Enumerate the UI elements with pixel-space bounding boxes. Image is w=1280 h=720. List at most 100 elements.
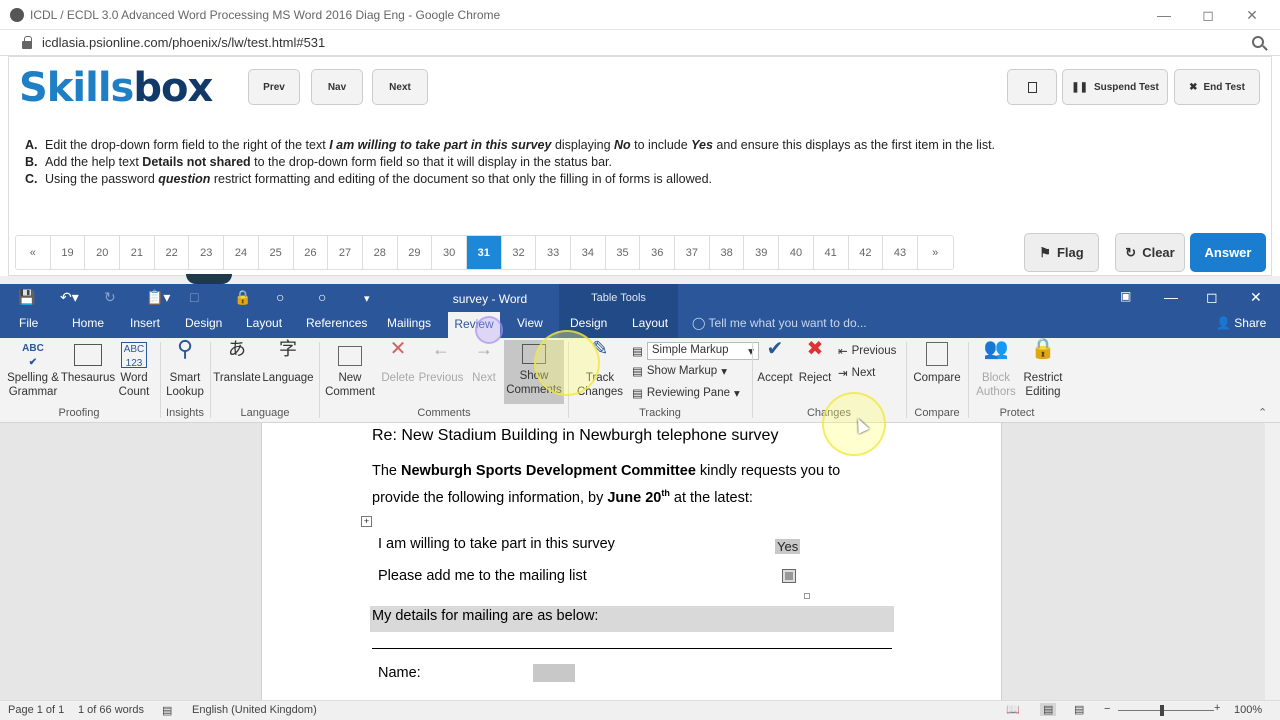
pager-page-39[interactable]: 39 <box>744 236 780 269</box>
minimize-icon[interactable]: — <box>1142 0 1186 30</box>
suspend-test-button[interactable]: ❚❚ Suspend Test <box>1062 69 1168 105</box>
pager-page-24[interactable]: 24 <box>224 236 259 269</box>
zoom-slider[interactable] <box>1118 710 1214 711</box>
pager-page-40[interactable]: 40 <box>779 236 814 269</box>
prev-button[interactable]: Prev <box>248 69 300 105</box>
protect-lock-icon[interactable]: 🔒 <box>234 289 251 306</box>
undo-icon[interactable]: ↶▾ <box>60 289 79 306</box>
tab-file[interactable]: File <box>19 316 38 330</box>
pager-page-19[interactable]: 19 <box>50 236 86 269</box>
pager-page-26[interactable]: 26 <box>293 236 329 269</box>
word-count-button[interactable]: ABC 123 Word Count <box>114 342 154 399</box>
accept-button[interactable]: ✔ Accept <box>755 339 795 385</box>
zoom-in-icon[interactable]: + <box>1214 702 1220 714</box>
tab-mailings[interactable]: Mailings <box>387 316 431 330</box>
tab-insert[interactable]: Insert <box>130 316 160 330</box>
url-text[interactable]: icdlasia.psionline.com/phoenix/s/lw/test… <box>42 35 325 50</box>
pager-page-43[interactable]: 43 <box>883 236 918 269</box>
web-layout-icon[interactable]: ▤ <box>1074 703 1084 716</box>
tab-table-design[interactable]: Design <box>570 316 607 330</box>
tab-table-layout[interactable]: Layout <box>632 316 668 330</box>
pager-page-27[interactable]: 27 <box>328 236 363 269</box>
previous-change-button[interactable]: ⇤ Previous <box>838 344 896 358</box>
format-icon[interactable]: □ <box>190 289 198 305</box>
circle-outline-icon[interactable]: ○ <box>318 289 326 305</box>
word-maximize-icon[interactable]: ◻ <box>1206 289 1218 306</box>
address-bar[interactable]: icdlasia.psionline.com/phoenix/s/lw/test… <box>0 30 1280 56</box>
previous-comment-button[interactable]: ← Previous <box>418 340 464 385</box>
answer-button[interactable]: Answer <box>1190 233 1266 272</box>
zoom-level[interactable]: 100% <box>1234 704 1262 716</box>
zoom-icon[interactable] <box>1252 36 1264 48</box>
pager-page-23[interactable]: 23 <box>189 236 225 269</box>
proofing-status-icon[interactable]: ▤ <box>162 704 172 717</box>
pager-page-38[interactable]: 38 <box>709 236 745 269</box>
language-button[interactable]: 字 Language <box>262 340 314 385</box>
mailing-list-checkbox[interactable] <box>782 569 796 583</box>
pager-last[interactable]: » <box>917 236 953 269</box>
restrict-editing-button[interactable]: 🔒 Restrict Editing <box>1020 339 1066 399</box>
survey-dropdown-field[interactable]: Yes <box>775 539 801 554</box>
translate-button[interactable]: あ Translate <box>213 340 261 385</box>
flag-button[interactable]: ⚑ Flag <box>1024 233 1099 272</box>
nav-button[interactable]: Nav <box>311 69 363 105</box>
next-comment-button[interactable]: → Next <box>466 340 502 385</box>
collapse-ribbon-icon[interactable]: ⌃ <box>1258 406 1267 419</box>
markup-select[interactable]: Simple Markup ▾ <box>646 342 759 360</box>
compare-button[interactable]: Compare <box>910 342 964 385</box>
language-status[interactable]: English (United Kingdom) <box>192 704 317 716</box>
clear-button[interactable]: ↻ Clear <box>1115 233 1185 272</box>
thesaurus-button[interactable]: Thesaurus <box>60 342 116 385</box>
zoom-out-icon[interactable]: − <box>1104 703 1110 715</box>
pager-page-36[interactable]: 36 <box>640 236 676 269</box>
end-test-button[interactable]: ✖ End Test <box>1174 69 1260 105</box>
word-close-icon[interactable]: ✕ <box>1250 289 1262 306</box>
redo-icon[interactable]: ↻ <box>104 289 116 306</box>
pager-page-33[interactable]: 33 <box>536 236 571 269</box>
page-count[interactable]: Page 1 of 1 <box>8 704 64 716</box>
markup-dropdown[interactable]: ▤ Simple Markup ▾ <box>632 342 759 360</box>
pager-page-34[interactable]: 34 <box>571 236 606 269</box>
tab-layout[interactable]: Layout <box>246 316 282 330</box>
ribbon-display-icon[interactable]: ▣ <box>1120 289 1131 303</box>
close-icon[interactable]: ✕ <box>1230 0 1274 30</box>
reviewing-pane-button[interactable]: ▤ Reviewing Pane ▾ <box>632 386 740 400</box>
pager-page-25[interactable]: 25 <box>258 236 294 269</box>
pager-first[interactable]: « <box>16 236 51 269</box>
pager-page-32[interactable]: 32 <box>501 236 537 269</box>
pager-page-30[interactable]: 30 <box>432 236 467 269</box>
share-button[interactable]: 👤 Share <box>1216 316 1266 330</box>
tab-view[interactable]: View <box>517 316 543 330</box>
pager-page-29[interactable]: 29 <box>397 236 433 269</box>
maximize-icon[interactable]: ◻ <box>1186 0 1230 30</box>
next-change-button[interactable]: ⇥ Next <box>838 366 875 380</box>
vertical-scrollbar[interactable] <box>1265 423 1280 700</box>
name-text-field[interactable] <box>533 664 575 682</box>
tell-me-box[interactable]: ◯ Tell me what you want to do... <box>692 316 867 330</box>
paste-icon[interactable]: 📋▾ <box>146 289 170 306</box>
circle-icon[interactable]: ○ <box>276 289 284 305</box>
new-comment-button[interactable]: New Comment <box>322 342 378 399</box>
pager-page-21[interactable]: 21 <box>120 236 155 269</box>
save-icon[interactable]: 💾 <box>18 289 35 306</box>
tab-design[interactable]: Design <box>185 316 222 330</box>
show-markup-button[interactable]: ▤ Show Markup ▾ <box>632 364 727 378</box>
print-layout-icon[interactable]: ▤ <box>1040 703 1057 716</box>
word-count[interactable]: 1 of 66 words <box>78 704 144 716</box>
pager-page-37[interactable]: 37 <box>675 236 710 269</box>
next-button[interactable]: Next <box>372 69 428 105</box>
read-mode-icon[interactable]: 📖 <box>1006 703 1020 716</box>
block-authors-button[interactable]: 👥 Block Authors <box>972 339 1020 399</box>
zoom-slider-thumb[interactable] <box>1160 705 1164 716</box>
document-page[interactable]: Re: New Stadium Building in Newburgh tel… <box>261 423 1002 700</box>
pager-page-42[interactable]: 42 <box>848 236 884 269</box>
pager-page-35[interactable]: 35 <box>605 236 641 269</box>
reject-button[interactable]: ✖ Reject <box>796 339 834 385</box>
table-move-handle-icon[interactable]: + <box>361 516 372 527</box>
pager-page-41[interactable]: 41 <box>813 236 849 269</box>
tab-references[interactable]: References <box>306 316 367 330</box>
pager-page-28[interactable]: 28 <box>362 236 398 269</box>
customize-qat-icon[interactable]: ▾ <box>364 292 370 305</box>
pager-page-31[interactable]: 31 <box>466 236 502 269</box>
spelling-grammar-button[interactable]: ABC ✔ Spelling & Grammar <box>4 342 62 399</box>
